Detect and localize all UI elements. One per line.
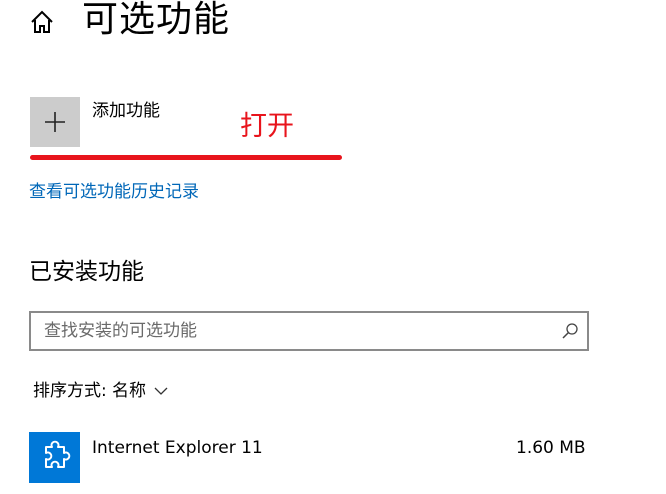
puzzle-piece-icon [45,440,71,468]
sort-dropdown[interactable]: 名称 [112,378,168,404]
sort-value: 名称 [112,381,146,401]
page-title: 可选功能 [82,0,231,40]
search-box [29,311,589,351]
installed-features-title: 已安装功能 [29,259,144,285]
annotation-underline [30,155,342,160]
chevron-down-icon [154,387,168,395]
add-feature-button[interactable] [30,97,80,147]
feature-tile [29,432,80,483]
add-feature-label[interactable]: 添加功能 [92,100,160,122]
feature-list-item[interactable]: Internet Explorer 11 1.60 MB [29,432,589,484]
sort-label: 排序方式: [33,381,107,401]
plus-icon [45,112,65,132]
history-link[interactable]: 查看可选功能历史记录 [29,181,199,203]
annotation-text: 打开 [240,111,294,142]
home-icon[interactable] [28,8,56,36]
feature-size: 1.60 MB [516,438,586,458]
feature-name: Internet Explorer 11 [92,438,263,458]
search-input[interactable] [31,313,551,349]
search-icon[interactable] [561,322,579,340]
